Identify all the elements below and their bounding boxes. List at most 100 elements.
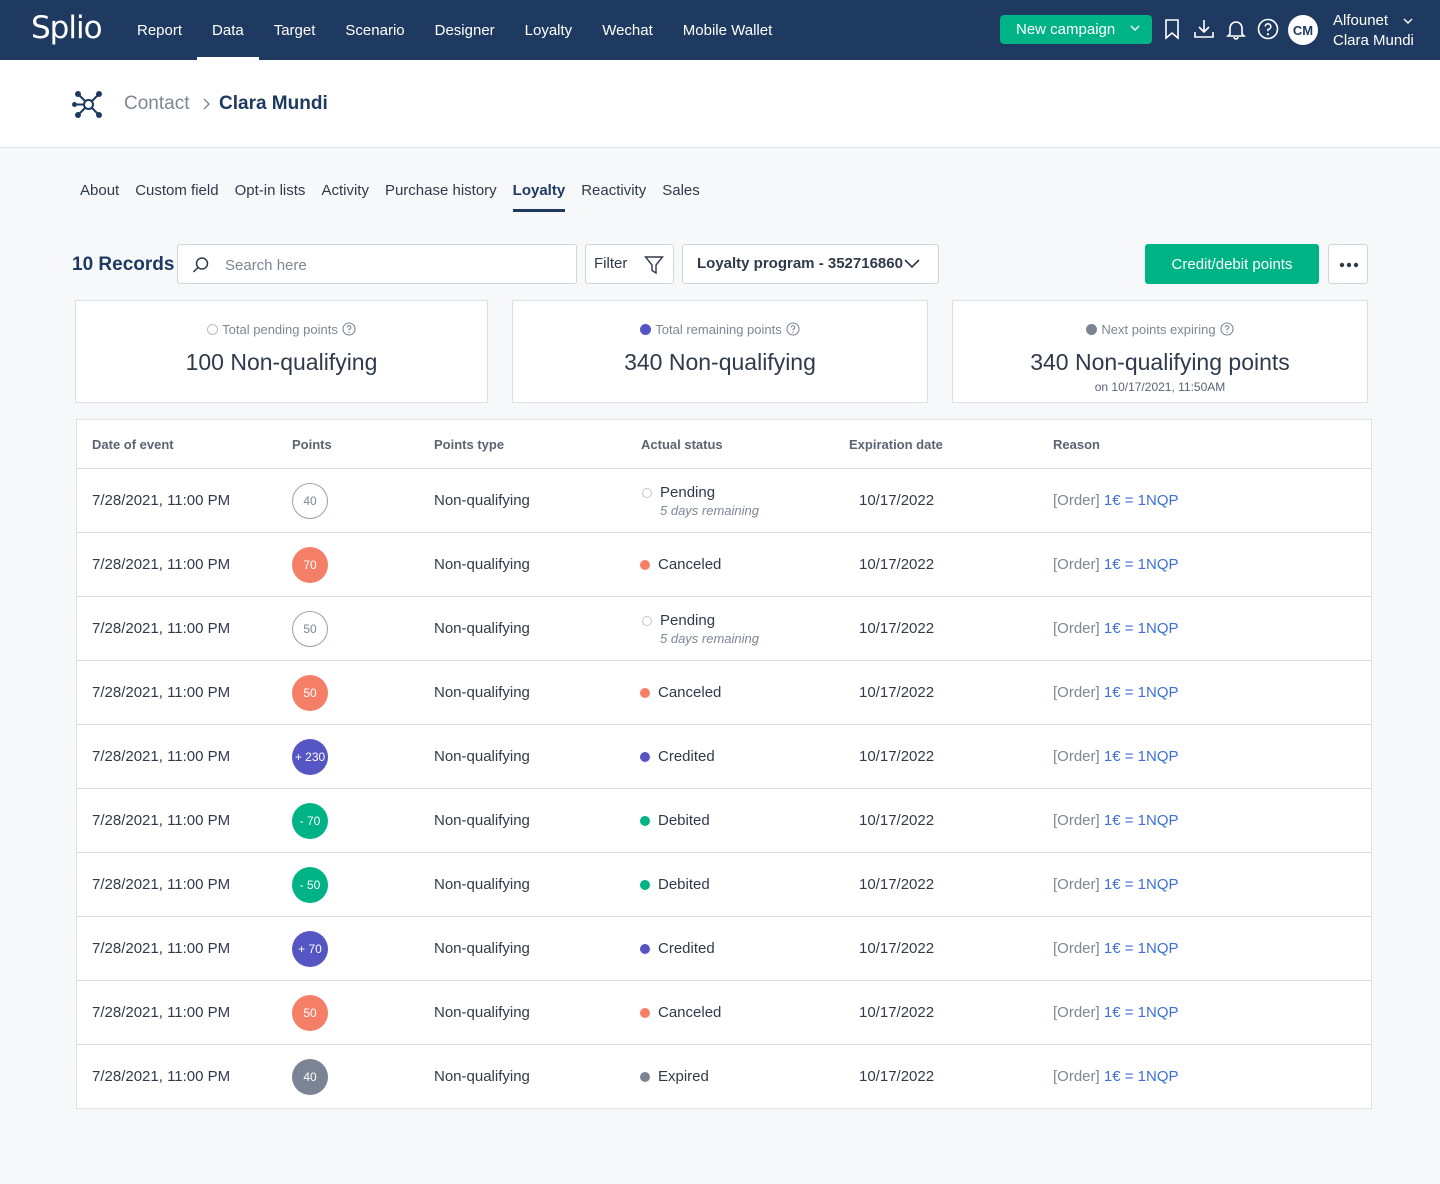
tab-custom-field[interactable]: Custom field — [135, 182, 218, 212]
reason: [Order] 1€ = 1NQP — [1053, 1068, 1179, 1085]
more-dots-icon — [1339, 262, 1359, 268]
tab-sales[interactable]: Sales — [662, 182, 700, 212]
new-campaign-button[interactable]: New campaign — [1000, 15, 1152, 44]
th-points-type[interactable]: Points type — [434, 437, 504, 452]
tab-about[interactable]: About — [80, 182, 119, 212]
table-row[interactable]: 7/28/2021, 11:00 PM + 230 Non-qualifying Cr… — [77, 725, 1371, 789]
search-input[interactable] — [225, 254, 555, 276]
points-type: Non-qualifying — [434, 812, 530, 829]
breadcrumb-contact[interactable]: Contact — [124, 93, 189, 115]
expiration-date: 10/17/2022 — [859, 812, 935, 829]
nav-scenario[interactable]: Scenario — [330, 0, 419, 60]
table-row[interactable]: 7/28/2021, 11:00 PM 50 Non-qualifying Pendi… — [77, 597, 1371, 661]
status-dot-icon — [642, 488, 652, 498]
reason-link[interactable]: 1€ = 1NQP — [1104, 812, 1179, 829]
th-date[interactable]: Date of event — [92, 437, 174, 452]
reason: [Order] 1€ = 1NQP — [1053, 1004, 1179, 1021]
reason-prefix: [Order] — [1053, 940, 1100, 957]
points-badge: 50 — [292, 611, 328, 647]
credit-debit-points-button[interactable]: Credit/debit points — [1145, 244, 1319, 284]
nav-loyalty[interactable]: Loyalty — [510, 0, 588, 60]
points-type: Non-qualifying — [434, 876, 530, 893]
status-dot-icon — [640, 944, 650, 954]
nav-target[interactable]: Target — [259, 0, 331, 60]
reason-link[interactable]: 1€ = 1NQP — [1104, 748, 1179, 765]
nav-data[interactable]: Data — [197, 0, 259, 60]
help-icon[interactable] — [786, 322, 800, 336]
chevron-right-icon — [203, 98, 210, 110]
table-row[interactable]: 7/28/2021, 11:00 PM 50 Non-qualifying Cance… — [77, 661, 1371, 725]
filter-icon — [644, 256, 664, 275]
table-row[interactable]: 7/28/2021, 11:00 PM - 70 Non-qualifying Deb… — [77, 789, 1371, 853]
points-badge: - 50 — [292, 867, 328, 903]
reason-link[interactable]: 1€ = 1NQP — [1104, 940, 1179, 957]
chevron-down-icon — [904, 259, 920, 269]
reason-prefix: [Order] — [1053, 812, 1100, 829]
stat-sub-expiring: on 10/17/2021, 11:50AM — [1094, 380, 1226, 394]
expiration-date: 10/17/2022 — [859, 684, 935, 701]
tab-activity[interactable]: Activity — [321, 182, 369, 212]
reason-link[interactable]: 1€ = 1NQP — [1104, 556, 1179, 573]
reason: [Order] 1€ = 1NQP — [1053, 876, 1179, 893]
status-label: Credited — [658, 940, 715, 957]
new-campaign-label: New campaign — [1016, 21, 1116, 38]
nav-mobile-wallet[interactable]: Mobile Wallet — [668, 0, 787, 60]
points-type: Non-qualifying — [434, 556, 530, 573]
nav-report[interactable]: Report — [122, 0, 197, 60]
status-label: Debited — [658, 812, 710, 829]
table-row[interactable]: 7/28/2021, 11:00 PM 40 Non-qualifying Pendi… — [77, 469, 1371, 533]
th-status[interactable]: Actual status — [641, 437, 723, 452]
loyalty-program-select[interactable]: Loyalty program - 352716860 — [682, 244, 939, 284]
chevron-down-icon[interactable] — [1401, 14, 1415, 28]
filter-button[interactable]: Filter — [585, 244, 674, 284]
reason-prefix: [Order] — [1053, 748, 1100, 765]
tab-opt-in-lists[interactable]: Opt-in lists — [235, 182, 306, 212]
reason-link[interactable]: 1€ = 1NQP — [1104, 620, 1179, 637]
bell-icon[interactable] — [1225, 18, 1247, 40]
reason-link[interactable]: 1€ = 1NQP — [1104, 1004, 1179, 1021]
nav-wechat[interactable]: Wechat — [587, 0, 668, 60]
reason-link[interactable]: 1€ = 1NQP — [1104, 876, 1179, 893]
download-icon[interactable] — [1193, 18, 1215, 40]
reason-link[interactable]: 1€ = 1NQP — [1104, 1068, 1179, 1085]
table-row[interactable]: 7/28/2021, 11:00 PM 40 Non-qualifying Expir… — [77, 1045, 1371, 1109]
points-badge: 50 — [292, 675, 328, 711]
help-icon[interactable] — [342, 322, 356, 336]
tab-reactivity[interactable]: Reactivity — [581, 182, 646, 212]
table-row[interactable]: 7/28/2021, 11:00 PM - 50 Non-qualifying Deb… — [77, 853, 1371, 917]
th-reason[interactable]: Reason — [1053, 437, 1100, 452]
reason-prefix: [Order] — [1053, 556, 1100, 573]
th-points[interactable]: Points — [292, 437, 332, 452]
th-expiration[interactable]: Expiration date — [849, 437, 943, 452]
more-options-button[interactable] — [1328, 244, 1368, 284]
help-icon[interactable] — [1257, 18, 1279, 40]
splio-logo[interactable]: Splio — [31, 10, 103, 46]
nav-designer[interactable]: Designer — [420, 0, 510, 60]
tab-loyalty[interactable]: Loyalty — [512, 182, 565, 212]
event-date: 7/28/2021, 11:00 PM — [92, 812, 231, 829]
event-date: 7/28/2021, 11:00 PM — [92, 684, 231, 701]
tab-purchase-history[interactable]: Purchase history — [385, 182, 497, 212]
pending-dot-icon — [207, 324, 219, 335]
reason-link[interactable]: 1€ = 1NQP — [1104, 492, 1179, 509]
status-label: Canceled — [658, 1004, 722, 1021]
table-row[interactable]: 7/28/2021, 11:00 PM 70 Non-qualifying Cance… — [77, 533, 1371, 597]
reason-link[interactable]: 1€ = 1NQP — [1104, 684, 1179, 701]
stat-label-pending: Total pending points — [222, 322, 338, 337]
chevron-down-icon[interactable] — [1128, 21, 1142, 35]
search-icon — [192, 257, 209, 273]
status-dot-icon — [640, 688, 650, 698]
status-label: Expired — [658, 1068, 709, 1085]
stat-card-expiring: Next points expiring 340 Non-qualifying … — [952, 300, 1368, 403]
avatar[interactable]: CM — [1288, 15, 1318, 45]
page-title: Clara Mundi — [219, 93, 328, 114]
points-badge: 70 — [292, 547, 328, 583]
table-row[interactable]: 7/28/2021, 11:00 PM 50 Non-qualifying Cance… — [77, 981, 1371, 1045]
help-icon[interactable] — [1220, 322, 1234, 336]
reason: [Order] 1€ = 1NQP — [1053, 748, 1179, 765]
bookmark-icon[interactable] — [1161, 18, 1183, 40]
points-badge: 40 — [292, 1059, 328, 1095]
table-row[interactable]: 7/28/2021, 11:00 PM + 70 Non-qualifying Cre… — [77, 917, 1371, 981]
points-type: Non-qualifying — [434, 492, 530, 509]
status-dot-icon — [640, 1008, 650, 1018]
